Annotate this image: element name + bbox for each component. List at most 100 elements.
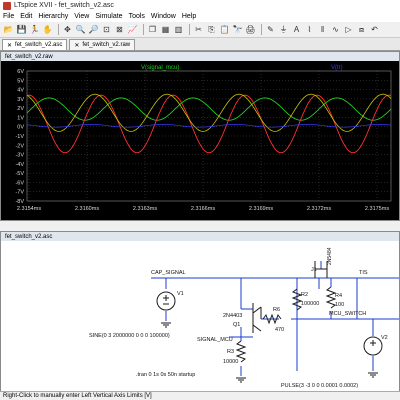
- menu-file[interactable]: File: [0, 13, 17, 20]
- y-tick-label: -2V: [15, 143, 24, 149]
- status-bar: Right-Click to manually enter Left Verti…: [0, 391, 400, 400]
- menu-view[interactable]: View: [71, 13, 92, 20]
- halt-icon[interactable]: ✋: [42, 24, 53, 35]
- y-tick-label: -1V: [15, 134, 24, 140]
- inductor-icon[interactable]: ∿: [330, 24, 341, 35]
- y-tick-label: 0V: [17, 125, 24, 131]
- schematic-pane: fet_switch_v2.asc CAP_SIGNAL V1 SINE(0 3…: [0, 231, 400, 391]
- label-mcu-switch: MCU_SWITCH: [329, 311, 366, 317]
- save-icon[interactable]: 💾: [16, 24, 27, 35]
- tile-icon[interactable]: ▦: [160, 24, 171, 35]
- label-r4-val: 100: [335, 302, 344, 308]
- label-icon[interactable]: A: [291, 24, 302, 35]
- schematic-components[interactable]: [156, 261, 383, 383]
- waveform-plot[interactable]: 6V 5V 4V 3V 2V 1V 0V -1V -2V -3V -4V -5V -6V -7V -8V 2.…: [1, 61, 399, 220]
- label-j1: J1: [311, 267, 317, 273]
- close-icon[interactable]: ✕: [7, 42, 12, 49]
- x-tick-label: 2.3175ms: [365, 206, 389, 212]
- label-v2: V2: [381, 335, 388, 341]
- ground-icon: [161, 322, 171, 328]
- y-tick-label: 4V: [17, 88, 24, 94]
- autorange-icon[interactable]: 📈: [127, 24, 138, 35]
- x-tick-label: 2.3163ms: [133, 206, 157, 212]
- wire-icon[interactable]: ✎: [265, 24, 276, 35]
- label-tis: TIS: [359, 270, 368, 276]
- y-tick-label: 2V: [17, 106, 24, 112]
- menu-bar: File Edit Hierarchy View Simulate Tools …: [0, 11, 400, 22]
- document-tab-bar: ✕ fet_switch_v2.asc ✕ fet_switch_v2.raw: [0, 38, 400, 51]
- y-tick-label: -4V: [15, 162, 24, 168]
- run-icon[interactable]: 🏃: [29, 24, 40, 35]
- y-tick-label: -6V: [15, 180, 24, 186]
- zoom-in-icon[interactable]: 🔍: [75, 24, 86, 35]
- zoom-cancel-icon[interactable]: ⊠: [114, 24, 125, 35]
- zoom-fit-icon[interactable]: ⊡: [101, 24, 112, 35]
- menu-hierarchy[interactable]: Hierarchy: [35, 13, 71, 20]
- y-tick-label: 5V: [17, 78, 24, 84]
- menu-edit[interactable]: Edit: [17, 13, 35, 20]
- y-tick-label: -7V: [15, 190, 24, 196]
- title-bar: LTspice XVII - fet_switch_v2.asc: [0, 0, 400, 11]
- menu-window[interactable]: Window: [148, 13, 179, 20]
- menu-simulate[interactable]: Simulate: [92, 13, 125, 20]
- x-tick-label: 2.3169ms: [249, 206, 273, 212]
- capacitor-icon[interactable]: ‖: [317, 24, 328, 35]
- paste-icon[interactable]: 📋: [219, 24, 230, 35]
- component-icon[interactable]: ⧈: [356, 24, 367, 35]
- copy-icon[interactable]: ⎘: [206, 24, 217, 35]
- resistor-icon[interactable]: ⌇: [304, 24, 315, 35]
- open-icon[interactable]: 📂: [3, 24, 14, 35]
- label-signal-mcu: SIGNAL_MCU: [197, 337, 233, 343]
- menu-tools[interactable]: Tools: [126, 13, 148, 20]
- tab-schematic-label: fet_switch_v2.asc: [15, 42, 63, 48]
- label-v2-source: PULSE(3 -3 0 0 0.0001 0.0002): [281, 383, 358, 389]
- close-icon[interactable]: ✕: [74, 42, 79, 49]
- toolbar-divider: [261, 24, 262, 35]
- label-cap-signal: CAP_SIGNAL: [151, 270, 186, 276]
- ground-icon: [236, 377, 246, 383]
- ltspice-app-icon: [3, 1, 11, 10]
- label-q1-model: 2N4403: [223, 313, 242, 319]
- trace-signal-mcu: [26, 97, 392, 121]
- label-r2: R2: [301, 292, 308, 298]
- toolbar-divider: [58, 24, 59, 35]
- status-text: Right-Click to manually enter Left Verti…: [3, 393, 152, 399]
- label-r3: R3: [227, 349, 234, 355]
- find-icon[interactable]: 🔭: [232, 24, 243, 35]
- diode-icon[interactable]: ▷: [343, 24, 354, 35]
- menu-help[interactable]: Help: [179, 13, 199, 20]
- x-tick-label: 2.3154ms: [17, 206, 41, 212]
- print-icon[interactable]: 🖨: [245, 24, 256, 35]
- label-j1-model: 2N5484: [327, 247, 333, 265]
- pan-icon[interactable]: ✥: [62, 24, 73, 35]
- ground-icon[interactable]: ⏚: [278, 24, 289, 35]
- label-r6-val: 470: [275, 327, 284, 333]
- label-v1: V1: [177, 291, 184, 297]
- y-tick-label: -8V: [15, 199, 24, 205]
- window-title: LTspice XVII - fet_switch_v2.asc: [14, 2, 114, 9]
- legend-tr: V(tr): [331, 65, 343, 71]
- label-r3-val: 10000: [223, 359, 238, 365]
- y-tick-label: 1V: [17, 115, 24, 121]
- tile-vertical-icon[interactable]: ▥: [173, 24, 184, 35]
- label-q1: Q1: [233, 322, 240, 328]
- schematic-canvas[interactable]: CAP_SIGNAL V1 SINE(0 3 2000000 0 0 0 100…: [1, 241, 399, 391]
- tab-schematic[interactable]: ✕ fet_switch_v2.asc: [2, 39, 68, 50]
- zoom-out-icon[interactable]: 🔎: [88, 24, 99, 35]
- cut-icon[interactable]: ✂: [193, 24, 204, 35]
- trace-yellow: [26, 93, 392, 132]
- spice-directive: .tran 0 1s 0s 50n startup: [136, 372, 195, 378]
- toolbar-divider: [189, 24, 190, 35]
- y-tick-label: -3V: [15, 153, 24, 159]
- waveform-pane: fet_switch_v2.raw 6V 5V 4V 3V 2V 1V 0V -1V -2V -3…: [0, 51, 400, 221]
- cascade-icon[interactable]: ❐: [147, 24, 158, 35]
- toolbar-divider: [143, 24, 144, 35]
- y-tick-label: 3V: [17, 97, 24, 103]
- x-tick-label: 2.3160ms: [75, 206, 99, 212]
- schematic-wires[interactable]: [151, 261, 399, 376]
- tab-waveform-label: fet_switch_v2.raw: [82, 42, 131, 48]
- tab-waveform[interactable]: ✕ fet_switch_v2.raw: [69, 39, 136, 50]
- y-tick-label: 6V: [17, 69, 24, 75]
- waveform-chart[interactable]: 6V5V4V3V2V1V0V-1V-2V-3V-4V-5V-6V-7V-8V2.…: [1, 61, 399, 220]
- undo-icon[interactable]: ↶: [369, 24, 380, 35]
